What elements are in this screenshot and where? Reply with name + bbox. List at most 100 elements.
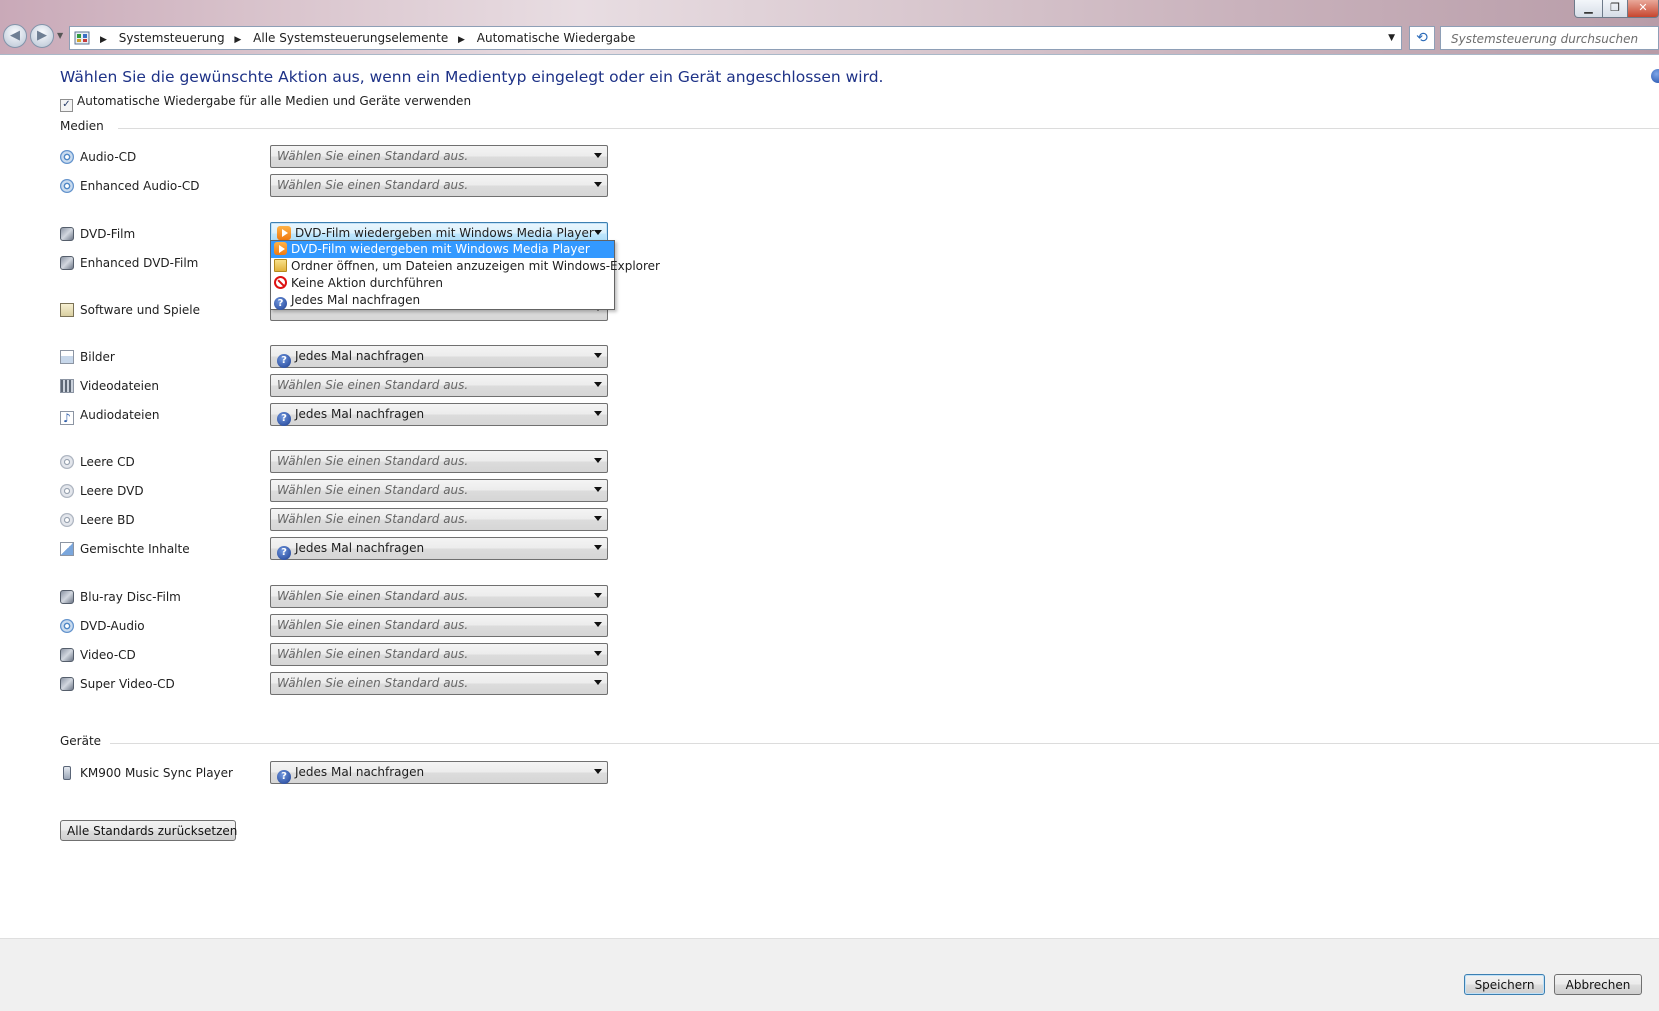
breadcrumb-systemsteuerung[interactable]: Systemsteuerung [119, 31, 225, 45]
master-autoplay-checkbox[interactable]: ✓ Automatische Wiedergabe für alle Medien… [60, 94, 471, 112]
breadcrumb-separator-icon[interactable]: ▶ [100, 35, 107, 45]
cancel-button[interactable]: Abbrechen [1554, 974, 1642, 995]
combo-bluray-film[interactable]: Wählen Sie einen Standard aus. [270, 585, 608, 608]
back-arrow-icon: ◀ [10, 28, 20, 43]
combo-leere-dvd[interactable]: Wählen Sie einen Standard aus. [270, 479, 608, 502]
dropdown-option-wmp[interactable]: DVD-Film wiedergeben mit Windows Media P… [271, 241, 614, 258]
software-games-icon [60, 303, 74, 317]
chevron-down-icon [594, 651, 602, 656]
combo-leere-bd[interactable]: Wählen Sie einen Standard aus. [270, 508, 608, 531]
media-label-video-cd: Video-CD [60, 645, 136, 665]
recent-pages-dropdown[interactable]: ▼ [57, 31, 63, 40]
windows-media-player-icon [277, 226, 291, 240]
address-dropdown-icon[interactable]: ▼ [1388, 33, 1395, 43]
section-title-geraete: Geräte [60, 734, 102, 748]
back-button[interactable]: ◀ [3, 24, 27, 48]
media-label-dvd-audio: DVD-Audio [60, 616, 145, 636]
media-label-videodateien: Videodateien [60, 376, 159, 396]
dropdown-option-ask[interactable]: ? Jedes Mal nachfragen [271, 292, 614, 310]
breadcrumb-separator-icon[interactable]: ▶ [458, 35, 465, 45]
label-text: Enhanced Audio-CD [80, 179, 200, 193]
chevron-down-icon [594, 353, 602, 358]
footer-bar: Speichern Abbrechen [0, 938, 1659, 1011]
question-icon: ? [277, 354, 291, 368]
combo-audio-cd[interactable]: Wählen Sie einen Standard aus. [270, 145, 608, 168]
combo-super-video-cd[interactable]: Wählen Sie einen Standard aus. [270, 672, 608, 695]
chevron-down-icon [594, 516, 602, 521]
combo-value-text: Jedes Mal nachfragen [295, 349, 425, 363]
media-label-audiodateien: Audiodateien [60, 405, 160, 425]
audio-cd-icon [60, 150, 74, 164]
combo-value-text: Jedes Mal nachfragen [295, 765, 425, 779]
breadcrumb-automatische-wiedergabe[interactable]: Automatische Wiedergabe [477, 31, 636, 45]
option-text: Ordner öffnen, um Dateien anzuzeigen mit… [291, 259, 660, 273]
media-label-enhanced-audio-cd: Enhanced Audio-CD [60, 176, 199, 196]
question-icon: ? [277, 546, 291, 560]
combo-bilder[interactable]: ? Jedes Mal nachfragen [270, 345, 608, 368]
checkbox[interactable]: ✓ [60, 99, 73, 112]
chevron-down-icon [594, 458, 602, 463]
combo-dvd-audio[interactable]: Wählen Sie einen Standard aus. [270, 614, 608, 637]
label-text: Audiodateien [80, 408, 160, 422]
audio-files-icon [60, 411, 74, 425]
combo-value: Wählen Sie einen Standard aus. [277, 149, 469, 163]
combo-value: Wählen Sie einen Standard aus. [277, 454, 469, 468]
combo-value: Wählen Sie einen Standard aus. [277, 618, 469, 632]
close-button[interactable]: ✕ [1627, 0, 1659, 18]
combo-value: ? Jedes Mal nachfragen [277, 538, 425, 560]
forward-button[interactable]: ▶ [30, 24, 54, 48]
label-text: Leere DVD [80, 484, 144, 498]
combo-km900[interactable]: ? Jedes Mal nachfragen [270, 761, 608, 784]
media-label-bilder: Bilder [60, 347, 115, 367]
reset-defaults-button[interactable]: Alle Standards zurücksetzen [60, 820, 237, 841]
label-text: KM900 Music Sync Player [80, 766, 233, 780]
label-text: Software und Spiele [80, 303, 201, 317]
media-label-gemischte-inhalte: Gemischte Inhalte [60, 539, 190, 559]
section-divider [110, 743, 1659, 744]
search-box[interactable] [1440, 26, 1659, 50]
chevron-down-icon [594, 487, 602, 492]
refresh-button[interactable]: ⟲ [1409, 26, 1435, 50]
combo-audiodateien[interactable]: ? Jedes Mal nachfragen [270, 403, 608, 426]
breadcrumb-alle-elemente[interactable]: Alle Systemsteuerungselemente [253, 31, 448, 45]
maximize-button[interactable]: ❐ [1602, 0, 1628, 18]
combo-enhanced-audio-cd[interactable]: Wählen Sie einen Standard aus. [270, 174, 608, 197]
close-icon: ✕ [1638, 1, 1648, 14]
minimize-button[interactable]: ▁ [1574, 0, 1603, 18]
blank-dvd-icon [60, 484, 74, 498]
breadcrumb: ▶ Systemsteuerung ▶ Alle Systemsteuerung… [98, 27, 639, 49]
mixed-content-icon [60, 542, 74, 556]
folder-icon [274, 259, 287, 272]
label-text: Audio-CD [80, 150, 137, 164]
window-titlebar: ▁ ❐ ✕ ◀ ▶ ▼ ▶ Systemsteuerung ▶ Alle Sys… [0, 0, 1659, 55]
dropdown-option-explorer[interactable]: Ordner öffnen, um Dateien anzuzeigen mit… [271, 258, 660, 275]
combo-gemischte-inhalte[interactable]: ? Jedes Mal nachfragen [270, 537, 608, 560]
option-text: Jedes Mal nachfragen [291, 293, 421, 307]
combo-videodateien[interactable]: Wählen Sie einen Standard aus. [270, 374, 608, 397]
address-bar[interactable]: ▶ Systemsteuerung ▶ Alle Systemsteuerung… [69, 26, 1402, 50]
dvd-film-dropdown-list[interactable]: DVD-Film wiedergeben mit Windows Media P… [270, 240, 660, 310]
combo-video-cd[interactable]: Wählen Sie einen Standard aus. [270, 643, 608, 666]
question-icon: ? [277, 770, 291, 784]
media-label-enhanced-dvd-film: Enhanced DVD-Film [60, 253, 198, 273]
combo-value: Wählen Sie einen Standard aus. [277, 378, 469, 392]
combo-leere-cd[interactable]: Wählen Sie einen Standard aus. [270, 450, 608, 473]
breadcrumb-separator-icon[interactable]: ▶ [234, 35, 241, 45]
search-input[interactable] [1449, 28, 1653, 50]
page-title: Wählen Sie die gewünschte Aktion aus, we… [60, 68, 884, 86]
chevron-down-icon [594, 545, 602, 550]
help-icon[interactable] [1651, 69, 1659, 83]
combo-value-text: Jedes Mal nachfragen [295, 541, 425, 555]
media-label-bluray-film: Blu-ray Disc-Film [60, 587, 181, 607]
media-label-audio-cd: Audio-CD [60, 147, 136, 167]
media-label-super-video-cd: Super Video-CD [60, 674, 175, 694]
save-button[interactable]: Speichern [1464, 974, 1545, 995]
super-video-cd-icon [60, 677, 74, 691]
media-label-software-spiele: Software und Spiele [60, 300, 200, 320]
dropdown-option-no-action[interactable]: Keine Aktion durchführen [271, 275, 614, 292]
label-text: DVD-Audio [80, 619, 145, 633]
label-text: Leere BD [80, 513, 135, 527]
label-text: Bilder [80, 350, 115, 364]
chevron-down-icon [594, 153, 602, 158]
combo-value: Wählen Sie einen Standard aus. [277, 512, 469, 526]
